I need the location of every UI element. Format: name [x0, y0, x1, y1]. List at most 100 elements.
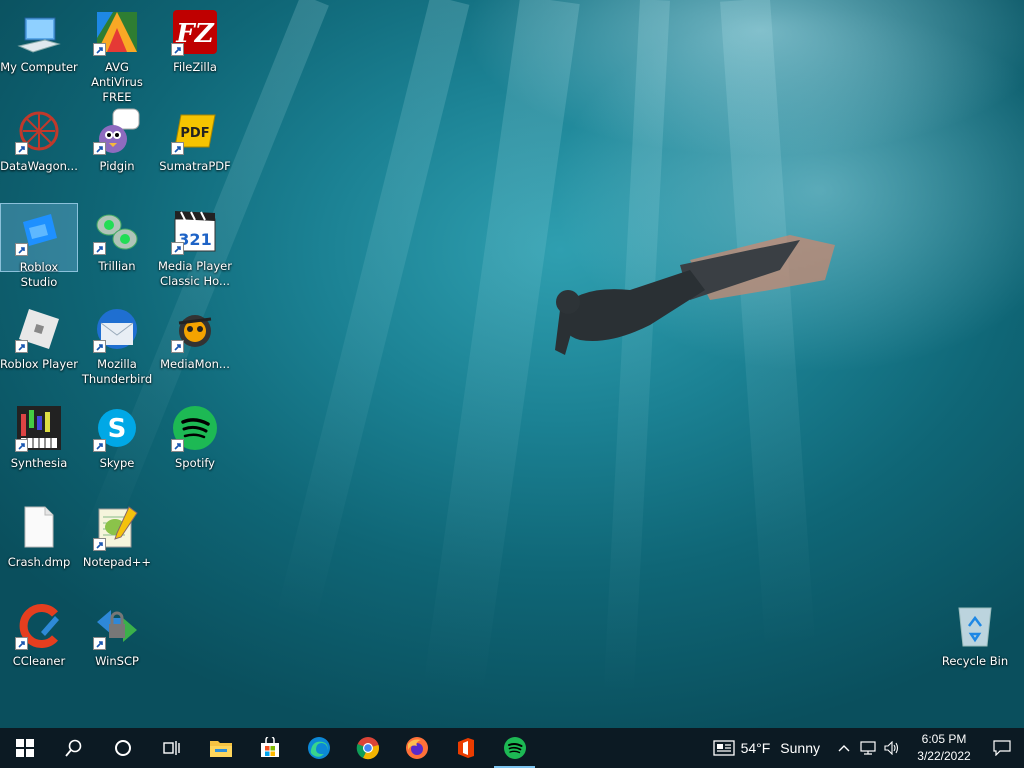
- edge-button[interactable]: [294, 728, 343, 768]
- show-hidden-icons-button[interactable]: [832, 728, 856, 768]
- diver-wallpaper-image: [555, 235, 835, 355]
- desktop-icon-synthesia[interactable]: Synthesia: [0, 400, 78, 496]
- firefox-icon: [405, 737, 428, 759]
- shortcut-arrow-icon: [93, 637, 106, 650]
- shortcut-arrow-icon: [93, 142, 106, 155]
- office-button[interactable]: [441, 728, 490, 768]
- microsoft-store-icon: [260, 737, 279, 757]
- desktop-icon-filezilla[interactable]: FZ FileZilla: [156, 4, 234, 100]
- desktop-icon-my-computer[interactable]: My Computer: [0, 4, 78, 100]
- shortcut-arrow-icon: [15, 243, 28, 256]
- desktop-icon-thunderbird[interactable]: Mozilla Thunderbird: [78, 301, 156, 397]
- desktop-icon-skype[interactable]: S Skype: [78, 400, 156, 496]
- clock-date: 3/22/2022: [917, 749, 971, 763]
- spotify-icon: [503, 737, 526, 759]
- office-icon: [457, 738, 474, 758]
- datawagon-icon: [15, 107, 63, 155]
- desktop-icon-ccleaner[interactable]: CCleaner: [0, 598, 78, 694]
- shortcut-arrow-icon: [15, 340, 28, 353]
- thunderbird-icon: [93, 305, 141, 353]
- weather-condition: Sunny: [780, 740, 820, 756]
- shortcut-arrow-icon: [171, 340, 184, 353]
- desktop-icon-media-player-classic[interactable]: 321 Media Player Classic Ho...: [156, 203, 234, 299]
- shortcut-arrow-icon: [171, 142, 184, 155]
- desktop-icon-mediamonkey[interactable]: MediaMon...: [156, 301, 234, 397]
- desktop-icon-pidgin[interactable]: Pidgin: [78, 103, 156, 199]
- desktop-icon-label: Pidgin: [99, 159, 135, 173]
- shortcut-arrow-icon: [93, 340, 106, 353]
- search-icon: [64, 739, 81, 757]
- clock-time: 6:05 PM: [921, 732, 967, 746]
- desktop-icon-label: Mozilla Thunderbird: [81, 357, 153, 386]
- roblox-studio-icon: [15, 208, 63, 256]
- spotify-icon: [171, 404, 219, 452]
- desktop-icon-trillian[interactable]: Trillian: [78, 203, 156, 299]
- desktop-icon-roblox-studio[interactable]: Roblox Studio: [0, 203, 78, 289]
- search-button[interactable]: [49, 728, 98, 768]
- desktop-icon-label: CCleaner: [12, 654, 66, 668]
- desktop-icon-label: AVG AntiVirus FREE: [91, 60, 143, 104]
- start-button[interactable]: [0, 728, 49, 768]
- task-view-button[interactable]: [147, 728, 196, 768]
- desktop-icon-label: Crash.dmp: [7, 555, 71, 569]
- svg-text:PDF: PDF: [180, 126, 209, 141]
- system-tray: 54°F Sunny 6:05 PM 3/22/2022: [712, 728, 1024, 768]
- clock[interactable]: 6:05 PM 3/22/2022: [908, 731, 980, 765]
- desktop-icon-label: Spotify: [175, 456, 215, 470]
- chrome-icon: [356, 737, 379, 760]
- taskbar: 54°F Sunny 6:05 PM 3/22/2022: [0, 728, 1024, 768]
- file-explorer-icon: [209, 741, 232, 757]
- volume-button[interactable]: [880, 728, 904, 768]
- desktop-icon-recycle-bin[interactable]: Recycle Bin: [936, 598, 1014, 694]
- avg-antivirus-icon: [93, 8, 141, 56]
- desktop-icon-winscp[interactable]: WinSCP: [78, 598, 156, 694]
- desktop-icon-notepadpp[interactable]: Notepad++: [78, 499, 156, 595]
- cortana-button[interactable]: [98, 728, 147, 768]
- desktop-icon-avg-antivirus[interactable]: AVG AntiVirus FREE: [78, 4, 156, 104]
- chrome-button[interactable]: [343, 728, 392, 768]
- synthesia-icon: [15, 404, 63, 452]
- desktop-icon-label: Skype: [99, 456, 135, 470]
- start-icon: [15, 739, 34, 757]
- desktop-icon-label: FileZilla: [173, 60, 217, 74]
- notification-center-button[interactable]: [980, 728, 1024, 768]
- desktop-icon-roblox-player[interactable]: Roblox Player: [0, 301, 78, 397]
- desktop-icon-label: Trillian: [98, 259, 136, 273]
- shortcut-arrow-icon: [15, 439, 28, 452]
- shortcut-arrow-icon: [93, 43, 106, 56]
- spotify-taskbar-button[interactable]: [490, 728, 539, 768]
- media-player-classic-icon: 321: [171, 207, 219, 255]
- edge-icon: [307, 737, 330, 759]
- pidgin-icon: [93, 107, 141, 155]
- network-icon: [860, 741, 876, 755]
- desktop-icon-label: Media Player Classic Ho...: [158, 259, 232, 288]
- network-button[interactable]: [856, 728, 880, 768]
- roblox-player-icon: [15, 305, 63, 353]
- desktop-icon-crash-dmp[interactable]: Crash.dmp: [0, 499, 78, 595]
- cortana-icon: [114, 740, 131, 756]
- ccleaner-icon: [15, 602, 63, 650]
- shortcut-arrow-icon: [93, 538, 106, 551]
- weather-widget[interactable]: 54°F Sunny: [712, 740, 820, 756]
- desktop-icon-label: DataWagon...: [0, 159, 78, 173]
- desktop-icon-label: Notepad++: [82, 555, 152, 569]
- computer-icon: [15, 8, 63, 56]
- weather-temp: 54°F: [740, 740, 771, 756]
- task-view-icon: [162, 741, 180, 755]
- microsoft-store-button[interactable]: [245, 728, 294, 768]
- desktop[interactable]: My Computer DataWagon... Roblox Studio R…: [0, 0, 1024, 728]
- svg-text:S: S: [108, 414, 127, 444]
- shortcut-arrow-icon: [171, 439, 184, 452]
- volume-icon: [884, 741, 899, 755]
- notification-icon: [993, 740, 1011, 756]
- desktop-icon-spotify[interactable]: Spotify: [156, 400, 234, 496]
- file-explorer-button[interactable]: [196, 728, 245, 768]
- shortcut-arrow-icon: [15, 637, 28, 650]
- desktop-icon-sumatrapdf[interactable]: PDF SumatraPDF: [156, 103, 234, 199]
- shortcut-arrow-icon: [171, 242, 184, 255]
- desktop-icon-datawagon[interactable]: DataWagon...: [0, 103, 78, 199]
- firefox-button[interactable]: [392, 728, 441, 768]
- chevron-up-icon: [838, 745, 850, 752]
- shortcut-arrow-icon: [93, 439, 106, 452]
- shortcut-arrow-icon: [15, 142, 28, 155]
